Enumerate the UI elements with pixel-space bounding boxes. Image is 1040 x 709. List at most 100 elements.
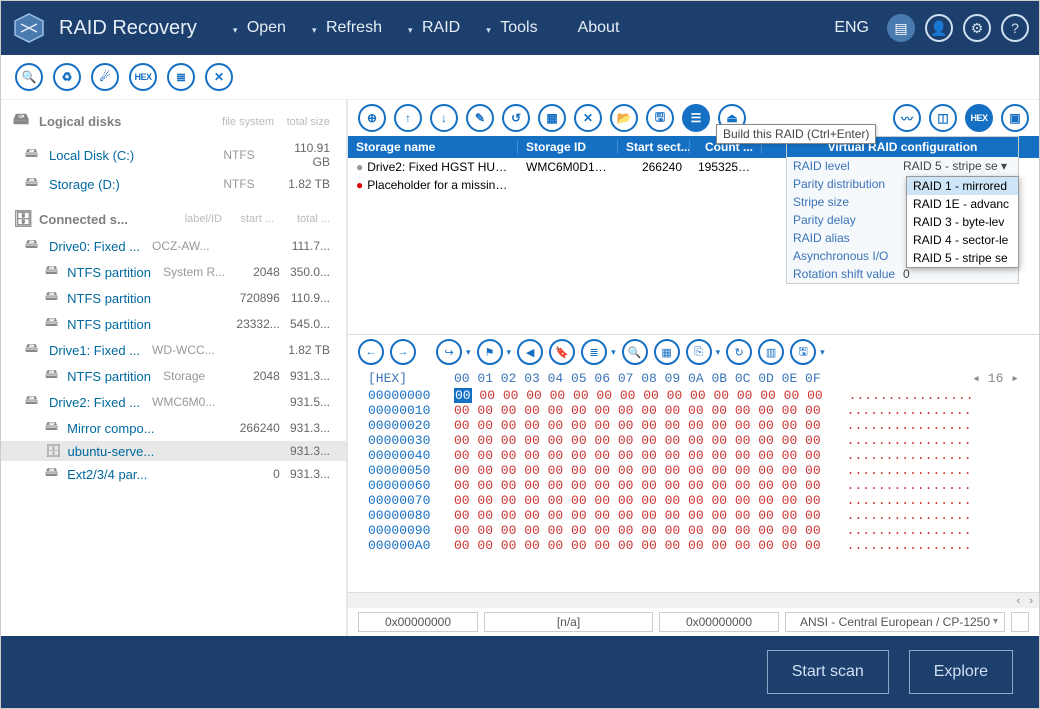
- activity-icon[interactable]: 〰: [893, 104, 921, 132]
- logical-disk-item[interactable]: 🖴Storage (D:)NTFS1.82 TB: [1, 171, 346, 197]
- raid-level-option[interactable]: RAID 5 - stripe se: [907, 249, 1018, 267]
- footer: Start scan Explore: [1, 636, 1039, 708]
- partition-item[interactable]: 🖴NTFS partition720896110.9...: [1, 285, 346, 311]
- hex-line[interactable]: 0000008000 00 00 00 00 00 00 00 00 00 00…: [368, 508, 1019, 523]
- drive-item[interactable]: 🖴Drive1: Fixed ...WD-WCC...1.82 TB: [1, 337, 346, 363]
- raid-level-option[interactable]: RAID 1E - advanc: [907, 195, 1018, 213]
- hex-bookmark-icon[interactable]: ⚑: [477, 339, 503, 365]
- start-scan-button[interactable]: Start scan: [767, 650, 889, 694]
- hex-columns-icon[interactable]: ▥: [758, 339, 784, 365]
- drive-icon: 🖴: [25, 339, 43, 361]
- partition-icon: 🖴: [45, 463, 61, 485]
- build-raid-icon[interactable]: ☄: [91, 63, 119, 91]
- move-up-icon[interactable]: ↑: [394, 104, 422, 132]
- hex-refresh-icon[interactable]: ↻: [726, 339, 752, 365]
- list-icon[interactable]: ≣: [167, 63, 195, 91]
- hex-save-icon[interactable]: 🖫: [790, 339, 816, 365]
- chart-icon[interactable]: ◫: [929, 104, 957, 132]
- partition-item[interactable]: 🖴NTFS partitionSystem R...2048350.0...: [1, 259, 346, 285]
- hex-list-icon[interactable]: ≣: [581, 339, 607, 365]
- hex-back-icon[interactable]: ←: [358, 339, 384, 365]
- save-icon[interactable]: 🖫: [646, 104, 674, 132]
- explore-button[interactable]: Explore: [909, 650, 1013, 694]
- hex-line[interactable]: 0000006000 00 00 00 00 00 00 00 00 00 00…: [368, 478, 1019, 493]
- logical-disk-item[interactable]: 🖴Local Disk (C:)NTFS110.91 GB: [1, 139, 346, 171]
- hex-line[interactable]: 0000009000 00 00 00 00 00 00 00 00 00 00…: [368, 523, 1019, 538]
- partition-item[interactable]: 🖴NTFS partitionStorage2048931.3...: [1, 363, 346, 389]
- grid-icon[interactable]: ▦: [538, 104, 566, 132]
- hex-line[interactable]: 000000A000 00 00 00 00 00 00 00 00 00 00…: [368, 538, 1019, 553]
- user-icon[interactable]: 👤: [925, 14, 953, 42]
- raid-level-option[interactable]: RAID 3 - byte-lev: [907, 213, 1018, 231]
- close-icon[interactable]: ✕: [205, 63, 233, 91]
- hex-line[interactable]: 0000003000 00 00 00 00 00 00 00 00 00 00…: [368, 433, 1019, 448]
- hex-view-icon[interactable]: HEX: [129, 63, 157, 91]
- hex-nav[interactable]: ◂ 16 ▸: [972, 371, 1019, 386]
- menu-raid[interactable]: RAID: [402, 11, 480, 45]
- undo-icon[interactable]: ↺: [502, 104, 530, 132]
- hex-line[interactable]: 0000002000 00 00 00 00 00 00 00 00 00 00…: [368, 418, 1019, 433]
- partition-icon: 🖴: [45, 313, 61, 335]
- hex-line[interactable]: 0000001000 00 00 00 00 00 00 00 00 00 00…: [368, 403, 1019, 418]
- hex-prev-icon[interactable]: ◀: [517, 339, 543, 365]
- open-folder-icon[interactable]: 📂: [610, 104, 638, 132]
- remove-icon[interactable]: ✕: [574, 104, 602, 132]
- partition-item[interactable]: 🖴Ext2/3/4 par...0931.3...: [1, 461, 346, 487]
- hex-layout-icon[interactable]: ▦: [654, 339, 680, 365]
- menu-open[interactable]: Open: [227, 11, 306, 45]
- raid-level-dropdown[interactable]: RAID 1 - mirroredRAID 1E - advancRAID 3 …: [906, 176, 1019, 268]
- partition-item[interactable]: 🖴Mirror compo...266240931.3...: [1, 415, 346, 441]
- hex-goto-icon[interactable]: ↪: [436, 339, 462, 365]
- hex-forward-icon[interactable]: →: [390, 339, 416, 365]
- content-area: ⊕ ↑ ↓ ✎ ↺ ▦ ✕ 📂 🖫 ☰ ⏏ 〰 ◫ HEX ▣ Build th…: [348, 100, 1039, 636]
- hex-line[interactable]: 0000004000 00 00 00 00 00 00 00 00 00 00…: [368, 448, 1019, 463]
- raid-level-option[interactable]: RAID 1 - mirrored: [907, 177, 1018, 195]
- layout-icon[interactable]: ▣: [1001, 104, 1029, 132]
- partition-item[interactable]: 🖴NTFS partition23332...545.0...: [1, 311, 346, 337]
- add-storage-icon[interactable]: ⊕: [358, 104, 386, 132]
- move-down-icon[interactable]: ↓: [430, 104, 458, 132]
- hex-extra[interactable]: [1011, 612, 1029, 632]
- menu-refresh[interactable]: Refresh: [306, 11, 402, 45]
- col-fs: file system: [209, 116, 274, 128]
- hex-encoding-select[interactable]: ANSI - Central European / CP-1250: [785, 612, 1005, 632]
- raid-config-row[interactable]: RAID levelRAID 5 - stripe se ▾: [787, 157, 1018, 175]
- hex-offset: 0x00000000: [358, 612, 478, 632]
- partition-icon: 🖴: [45, 365, 61, 387]
- language-selector[interactable]: ENG: [834, 19, 869, 37]
- drive-icon: 🖴: [25, 391, 43, 413]
- hex-search-icon[interactable]: 🔍: [622, 339, 648, 365]
- hex-scrollbar[interactable]: ‹ ›: [348, 592, 1039, 608]
- hex-line[interactable]: 0000007000 00 00 00 00 00 00 00 00 00 00…: [368, 493, 1019, 508]
- drive-item[interactable]: 🖴Drive2: Fixed ...WMC6M0...931.5...: [1, 389, 346, 415]
- refresh-storage-icon[interactable]: ♻: [53, 63, 81, 91]
- content-toolbar: ⊕ ↑ ↓ ✎ ↺ ▦ ✕ 📂 🖫 ☰ ⏏ 〰 ◫ HEX ▣: [348, 100, 1039, 136]
- logical-disks-header: 🖴 Logical disks file system total size: [1, 104, 346, 139]
- hex-status-bar: 0x00000000 [n/a] 0x00000000 ANSI - Centr…: [348, 608, 1039, 636]
- hex-copy-icon[interactable]: ⎘: [686, 339, 712, 365]
- grid-col-id[interactable]: Storage ID: [518, 140, 618, 154]
- build-raid-button[interactable]: ☰: [682, 104, 710, 132]
- grid-col-start[interactable]: Start sect...: [618, 140, 690, 154]
- menu-about[interactable]: About: [558, 11, 640, 45]
- hex-line[interactable]: 0000005000 00 00 00 00 00 00 00 00 00 00…: [368, 463, 1019, 478]
- menu-tools[interactable]: Tools: [480, 11, 557, 45]
- edit-icon[interactable]: ✎: [466, 104, 494, 132]
- hex-mode-icon[interactable]: HEX: [965, 104, 993, 132]
- hex-next-icon[interactable]: 🔖: [549, 339, 575, 365]
- hex-viewer: ← → ↪▾ ⚑▾ ◀ 🔖 ≣▾ 🔍 ▦ ⎘▾ ↻ ▥ 🖫▾ [HEX] 00 …: [348, 334, 1039, 636]
- dashboard-icon[interactable]: ▤: [887, 14, 915, 42]
- grid-col-name[interactable]: Storage name: [348, 140, 518, 154]
- app-title: RAID Recovery: [59, 17, 197, 40]
- partition-icon: 🖴: [45, 261, 61, 283]
- partition-item[interactable]: 🗄ubuntu-serve...931.3...: [1, 441, 346, 461]
- help-icon[interactable]: ?: [1001, 14, 1029, 42]
- raid-level-option[interactable]: RAID 4 - sector-le: [907, 231, 1018, 249]
- settings-icon[interactable]: ⚙: [963, 14, 991, 42]
- hex-col-labels: 00 01 02 03 04 05 06 07 08 09 0A 0B 0C 0…: [454, 371, 821, 386]
- search-icon[interactable]: 🔍: [15, 63, 43, 91]
- drive-item[interactable]: 🖴Drive0: Fixed ...OCZ-AW...111.7...: [1, 233, 346, 259]
- hex-line[interactable]: 0000000000 00 00 00 00 00 00 00 00 00 00…: [368, 388, 1019, 403]
- hex-toolbar: ← → ↪▾ ⚑▾ ◀ 🔖 ≣▾ 🔍 ▦ ⎘▾ ↻ ▥ 🖫▾: [348, 335, 1039, 369]
- col-size: total size: [274, 116, 330, 128]
